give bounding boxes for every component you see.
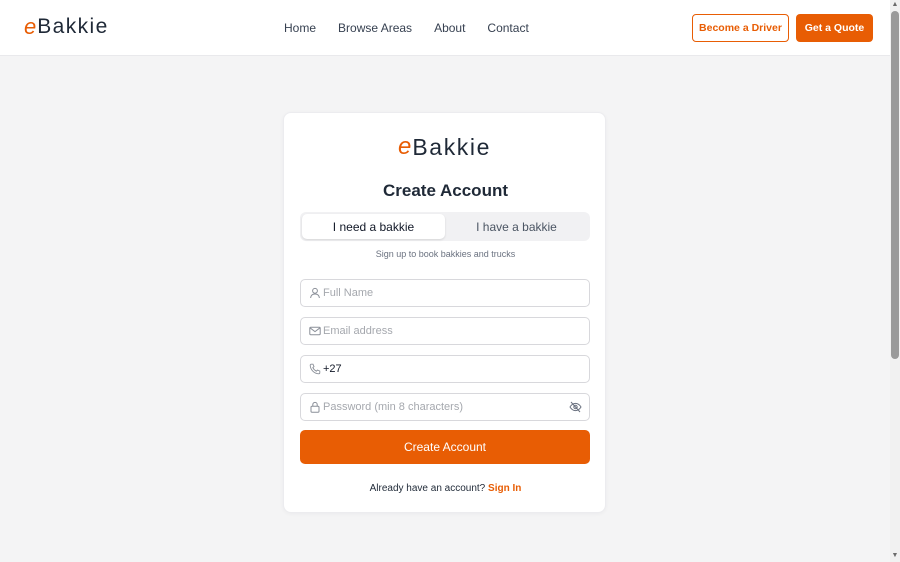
- signup-subtitle: Sign up to book bakkies and trucks: [375, 249, 516, 259]
- page-title: Create Account: [382, 181, 508, 200]
- lock-icon: [310, 401, 320, 413]
- phone-icon: [309, 363, 321, 375]
- email-input[interactable]: [323, 319, 563, 343]
- page-scrollbar[interactable]: ▲ ▼: [890, 0, 900, 562]
- signup-card: e Bakkie Create Account I need a bakkie …: [283, 112, 606, 513]
- brand-name: Bakkie: [37, 15, 109, 38]
- card-brand-logo: e Bakkie: [398, 133, 491, 160]
- signin-link[interactable]: Sign In: [488, 483, 521, 494]
- main-nav: Home Browse Areas About Contact: [284, 20, 551, 36]
- scroll-down-arrow-icon[interactable]: ▼: [891, 552, 899, 560]
- signin-prompt: Already have an account?: [369, 483, 486, 494]
- card-brand-name: Bakkie: [412, 134, 491, 160]
- password-field[interactable]: [300, 393, 590, 421]
- full-name-input[interactable]: [323, 281, 563, 305]
- tab-have-bakkie[interactable]: I have a bakkie: [445, 214, 588, 239]
- nav-link-contact[interactable]: Contact: [487, 20, 528, 36]
- phone-input[interactable]: [323, 357, 563, 381]
- user-icon: [310, 287, 320, 299]
- phone-field[interactable]: [300, 355, 590, 383]
- become-driver-button[interactable]: Become a Driver: [692, 14, 789, 42]
- signin-row: Already have an account? Sign In: [284, 483, 607, 494]
- brand-mark: e: [24, 14, 37, 39]
- email-field[interactable]: [300, 317, 590, 345]
- scroll-thumb[interactable]: [891, 11, 899, 359]
- tab-need-bakkie[interactable]: I need a bakkie: [302, 214, 445, 239]
- nav-link-browse-areas[interactable]: Browse Areas: [338, 20, 412, 36]
- top-navbar: e Bakkie Home Browse Areas About Contact…: [0, 0, 890, 56]
- card-brand-mark: e: [398, 133, 412, 160]
- brand-logo[interactable]: e Bakkie: [24, 16, 109, 38]
- full-name-field[interactable]: [300, 279, 590, 307]
- password-input[interactable]: [323, 395, 561, 419]
- nav-link-home[interactable]: Home: [284, 20, 316, 36]
- nav-link-about[interactable]: About: [434, 20, 465, 36]
- eye-off-icon[interactable]: [569, 401, 582, 413]
- create-account-button[interactable]: Create Account: [300, 430, 590, 464]
- scroll-up-arrow-icon[interactable]: ▲: [891, 1, 899, 9]
- get-quote-button[interactable]: Get a Quote: [796, 14, 873, 42]
- mail-icon: [309, 326, 321, 336]
- account-type-toggle: I need a bakkie I have a bakkie: [300, 212, 590, 241]
